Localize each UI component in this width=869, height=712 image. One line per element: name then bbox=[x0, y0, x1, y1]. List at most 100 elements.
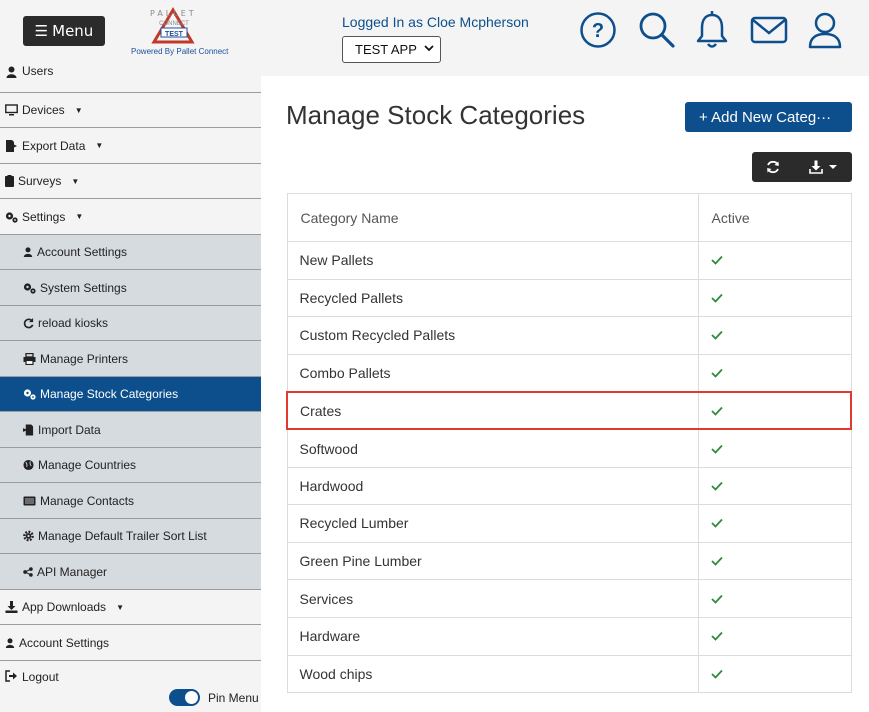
sidebar-item-manage-default-trailer-sort-list[interactable]: Manage Default Trailer Sort List bbox=[0, 519, 261, 554]
table-row[interactable]: Custom Recycled Pallets bbox=[286, 316, 852, 355]
category-name-cell: Softwood bbox=[286, 428, 699, 468]
user-icon[interactable] bbox=[805, 10, 845, 50]
clipboard-icon bbox=[5, 175, 14, 187]
active-cell bbox=[697, 466, 852, 506]
sidebar-item-api-manager[interactable]: API Manager bbox=[0, 554, 261, 590]
logo-sub: CONNECT bbox=[159, 21, 189, 27]
refresh-button[interactable] bbox=[752, 152, 794, 182]
sidebar-item-label: Account Settings bbox=[37, 245, 128, 259]
add-new-category-button[interactable]: + Add New Categ··· bbox=[685, 102, 852, 132]
main-content: Manage Stock Categories + Add New Categ·… bbox=[261, 76, 869, 712]
refresh-icon bbox=[767, 160, 779, 174]
sidebar-item-app-downloads[interactable]: App Downloads ▼ bbox=[0, 590, 261, 625]
caret-down-icon: ▼ bbox=[95, 141, 104, 150]
category-name-cell: Services bbox=[286, 579, 699, 618]
table-row[interactable]: Hardware bbox=[286, 616, 852, 656]
sidebar-item-label: API Manager bbox=[37, 564, 108, 579]
cogs-icon bbox=[23, 282, 36, 294]
sidebar-item-manage-printers[interactable]: Manage Printers bbox=[0, 341, 261, 377]
sidebar-item-label: Logout bbox=[22, 670, 59, 684]
app-select[interactable]: TEST APP bbox=[342, 36, 441, 63]
sidebar-item-users[interactable]: Users bbox=[0, 58, 261, 93]
table-row[interactable]: Recycled Pallets bbox=[286, 278, 852, 318]
table-row[interactable]: Green Pine Lumber bbox=[286, 541, 852, 581]
table-row[interactable]: Wood chips bbox=[286, 654, 852, 694]
cogs-icon bbox=[5, 211, 18, 223]
sidebar-item-account-settings-main[interactable]: Account Settings bbox=[0, 625, 261, 661]
sidebar-item-account-settings[interactable]: Account Settings bbox=[0, 235, 261, 270]
stock-categories-table: Category Name Active New Pallets Recycle… bbox=[286, 193, 852, 694]
sidebar-item-manage-countries[interactable]: Manage Countries bbox=[0, 448, 261, 483]
sidebar-item-import-data[interactable]: Import Data bbox=[0, 412, 261, 448]
table-row[interactable]: New Pallets bbox=[286, 241, 852, 280]
check-icon bbox=[710, 406, 723, 416]
logged-in-text: Logged In as Cloe Mcpherson bbox=[342, 14, 529, 30]
category-name-cell: Crates bbox=[286, 390, 699, 431]
user-icon bbox=[6, 66, 17, 78]
mail-icon[interactable] bbox=[749, 10, 789, 50]
active-cell bbox=[697, 616, 852, 656]
sidebar-item-label: Settings bbox=[22, 209, 66, 224]
table-header-row: Category Name Active bbox=[286, 193, 852, 242]
active-cell bbox=[697, 241, 852, 280]
file-import-icon bbox=[23, 424, 34, 435]
column-header-category-name[interactable]: Category Name bbox=[286, 193, 699, 242]
active-cell bbox=[697, 541, 852, 581]
caret-down-icon bbox=[829, 165, 837, 169]
table-row[interactable]: Recycled Lumber bbox=[286, 504, 852, 543]
sidebar-item-devices[interactable]: Devices ▼ bbox=[0, 93, 261, 128]
file-export-icon bbox=[6, 139, 17, 152]
toggle-switch[interactable] bbox=[169, 689, 200, 706]
cog-icon bbox=[23, 530, 34, 542]
help-icon[interactable]: ? bbox=[578, 10, 618, 50]
category-name-cell: Recycled Lumber bbox=[286, 504, 699, 543]
check-icon bbox=[710, 331, 723, 341]
refresh-icon bbox=[23, 317, 34, 329]
category-name-cell: New Pallets bbox=[286, 241, 699, 280]
column-header-active[interactable]: Active bbox=[697, 193, 852, 242]
app-select-value: TEST APP bbox=[355, 42, 417, 57]
active-cell bbox=[697, 353, 852, 393]
cogs-icon bbox=[23, 389, 36, 400]
table-row[interactable]: Softwood bbox=[286, 428, 852, 468]
active-cell bbox=[697, 504, 852, 543]
sidebar-item-label: Account Settings bbox=[19, 635, 110, 650]
address-book-icon bbox=[23, 496, 36, 505]
hamburger-icon: ☰ bbox=[34, 22, 49, 40]
svg-text:?: ? bbox=[592, 20, 604, 42]
table-row-highlighted[interactable]: Crates bbox=[286, 390, 852, 431]
sidebar-item-label: Export Data bbox=[22, 138, 86, 153]
bell-icon[interactable] bbox=[692, 10, 732, 50]
search-icon[interactable] bbox=[636, 10, 676, 50]
sidebar-item-label: Manage Contacts bbox=[40, 493, 135, 508]
monitor-icon bbox=[5, 104, 18, 116]
sidebar-item-export-data[interactable]: Export Data ▼ bbox=[0, 128, 261, 164]
user-icon bbox=[5, 637, 15, 648]
table-row[interactable]: Services bbox=[286, 579, 852, 618]
menu-button-label: Menu bbox=[52, 22, 94, 40]
table-row[interactable]: Combo Pallets bbox=[286, 353, 852, 393]
table-row[interactable]: Hardwood bbox=[286, 466, 852, 506]
sidebar-item-system-settings[interactable]: System Settings bbox=[0, 270, 261, 306]
user-icon bbox=[23, 247, 33, 257]
sidebar-item-manage-contacts[interactable]: Manage Contacts bbox=[0, 483, 261, 519]
sidebar-item-settings[interactable]: Settings ▼ bbox=[0, 199, 261, 235]
table-toolbar bbox=[752, 152, 852, 182]
pin-menu-label: Pin Menu bbox=[208, 690, 259, 705]
download-icon bbox=[5, 601, 18, 613]
category-name-cell: Recycled Pallets bbox=[286, 278, 699, 318]
pin-menu-toggle[interactable]: Pin Menu bbox=[169, 689, 259, 706]
check-icon bbox=[710, 444, 723, 454]
sidebar-item-surveys[interactable]: Surveys ▼ bbox=[0, 164, 261, 199]
share-icon bbox=[23, 566, 33, 577]
sidebar-item-manage-stock-categories[interactable]: Manage Stock Categories bbox=[0, 377, 261, 412]
menu-button[interactable]: ☰ Menu bbox=[23, 16, 105, 46]
sidebar-item-label: Manage Default Trailer Sort List bbox=[38, 529, 207, 543]
active-cell bbox=[697, 278, 852, 318]
sidebar-item-reload-kiosks[interactable]: reload kiosks bbox=[0, 306, 261, 341]
sidebar-item-label: Manage Countries bbox=[38, 458, 137, 472]
logo-top-text: PALLET bbox=[150, 9, 197, 18]
category-name-cell: Hardwood bbox=[286, 466, 699, 506]
export-dropdown-button[interactable] bbox=[794, 152, 852, 182]
sidebar-item-label: Surveys bbox=[18, 174, 62, 188]
